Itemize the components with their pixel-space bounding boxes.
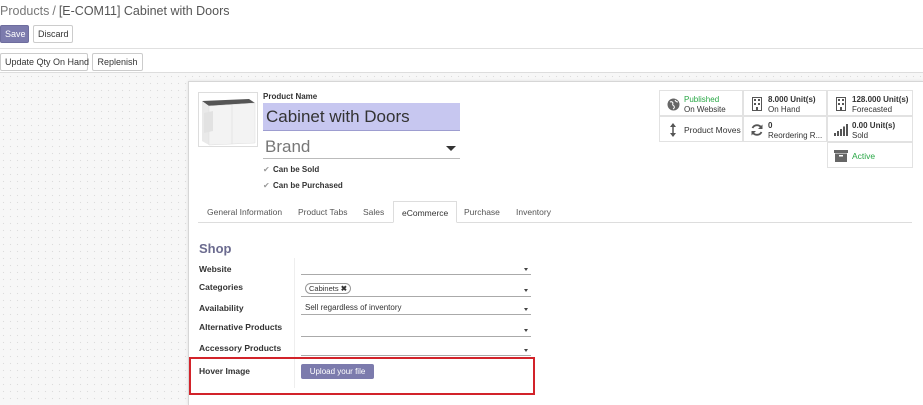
signal-icon (833, 122, 849, 138)
caret-down-icon (524, 308, 528, 311)
can-be-sold-checkbox[interactable]: ✔ Can be Sold (263, 165, 319, 174)
on-hand-label: On Hand (768, 105, 801, 114)
accessory-products-label: Accessory Products (199, 343, 282, 353)
tab-general-information[interactable]: General Information (207, 201, 282, 223)
product-moves-label: Product Moves (684, 125, 741, 135)
can-be-sold-label: Can be Sold (273, 165, 320, 174)
discard-button[interactable]: Discard (33, 25, 73, 43)
check-icon: ✔ (263, 181, 270, 190)
globe-icon (665, 96, 681, 112)
category-tag-label: Cabinets (309, 284, 339, 293)
tab-inventory[interactable]: Inventory (516, 201, 551, 223)
published-status: Published (684, 95, 720, 104)
save-button[interactable]: Save (0, 25, 29, 43)
divider (0, 48, 923, 49)
check-icon: ✔ (263, 165, 270, 174)
building-icon (749, 96, 765, 112)
alternative-products-label: Alternative Products (199, 322, 283, 332)
categories-field[interactable]: Cabinets ✖ (301, 283, 531, 297)
sold-button[interactable]: 0.00 Unit(s) Sold (827, 116, 913, 142)
website-select[interactable] (301, 262, 531, 275)
on-hand-button[interactable]: 8.000 Unit(s) On Hand (743, 90, 827, 116)
sold-value: 0.00 Unit(s) (852, 121, 896, 130)
can-be-purchased-checkbox[interactable]: ✔ Can be Purchased (263, 181, 343, 190)
brand-select[interactable]: Brand (263, 135, 460, 159)
product-name-input[interactable]: Cabinet with Doors (263, 103, 460, 131)
building-icon (833, 96, 849, 112)
reordering-button[interactable]: 0 Reordering R... (743, 116, 827, 142)
published-sub: On Website (684, 105, 726, 114)
can-be-purchased-label: Can be Purchased (273, 181, 343, 190)
forecasted-button[interactable]: 128.000 Unit(s) Forecasted (827, 90, 913, 116)
product-name-value: Cabinet with Doors (266, 107, 410, 126)
shop-section-title: Shop (199, 241, 232, 256)
availability-select[interactable]: Sell regardless of inventory (301, 302, 531, 315)
active-toggle-button[interactable]: Active (827, 142, 913, 168)
product-name-label: Product Name (263, 92, 318, 101)
breadcrumb: Products / [E-COM11] Cabinet with Doors (0, 4, 230, 18)
remove-tag-icon[interactable]: ✖ (341, 284, 347, 293)
reordering-label: Reordering R... (768, 131, 823, 140)
tab-product-tabs[interactable]: Product Tabs (298, 201, 347, 223)
alternative-products-field[interactable] (301, 322, 531, 337)
tab-purchase[interactable]: Purchase (464, 201, 500, 223)
breadcrumb-parent[interactable]: Products (0, 4, 49, 18)
product-moves-button[interactable]: Product Moves (659, 116, 743, 142)
on-hand-value: 8.000 Unit(s) (768, 95, 816, 104)
replenish-button[interactable]: Replenish (92, 53, 143, 71)
accessory-products-field[interactable] (301, 342, 531, 356)
forecasted-value: 128.000 Unit(s) (852, 95, 909, 104)
published-button[interactable]: Published On Website (659, 90, 743, 116)
notebook-tabs: General Information Product Tabs Sales e… (198, 201, 912, 223)
website-label: Website (199, 264, 232, 274)
archive-icon (833, 148, 849, 164)
annotation-highlight (189, 357, 535, 395)
caret-down-icon (524, 349, 528, 352)
arrows-v-icon (665, 122, 681, 138)
caret-down-icon (524, 289, 528, 292)
caret-down-icon (524, 268, 528, 271)
tab-ecommerce[interactable]: eCommerce (393, 201, 458, 223)
active-label: Active (852, 151, 876, 161)
update-qty-button[interactable]: Update Qty On Hand (0, 53, 89, 71)
categories-label: Categories (199, 282, 243, 292)
breadcrumb-current: [E-COM11] Cabinet with Doors (58, 4, 230, 18)
tab-sales[interactable]: Sales (363, 201, 384, 223)
cabinet-image (199, 93, 257, 146)
product-image[interactable] (198, 92, 258, 147)
sold-label: Sold (852, 131, 869, 140)
reordering-value: 0 (768, 121, 773, 130)
availability-label: Availability (199, 303, 244, 313)
brand-placeholder: Brand (265, 137, 311, 156)
forecasted-label: Forecasted (852, 105, 893, 114)
availability-value: Sell regardless of inventory (305, 303, 402, 312)
caret-down-icon (446, 146, 456, 151)
breadcrumb-separator: / (52, 4, 56, 18)
category-tag: Cabinets ✖ (305, 283, 351, 294)
refresh-icon (749, 122, 765, 138)
caret-down-icon (524, 329, 528, 332)
